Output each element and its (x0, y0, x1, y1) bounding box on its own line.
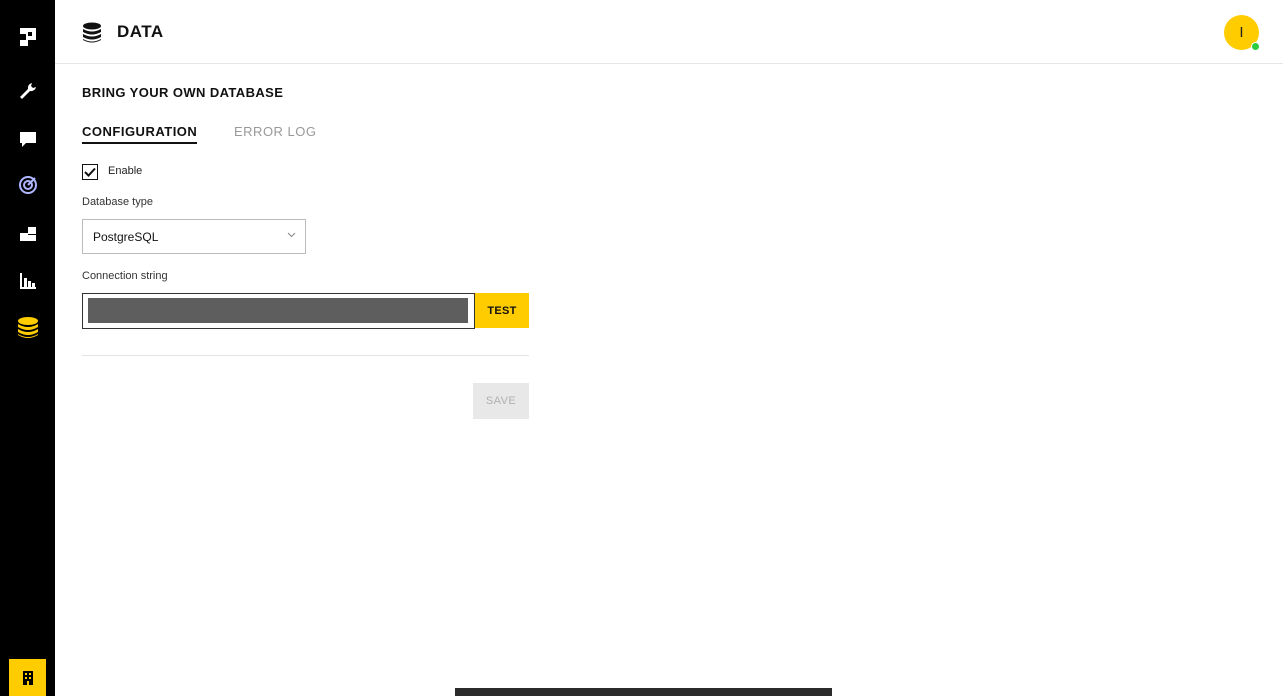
target-icon (18, 176, 37, 194)
sidebar-item-tools[interactable] (0, 71, 55, 111)
wrench-icon (19, 83, 36, 99)
test-button[interactable]: TEST (475, 293, 529, 328)
database-type-label: Database type (82, 196, 153, 208)
save-button[interactable]: SAVE (473, 383, 529, 419)
logo-icon (19, 28, 36, 46)
sidebar-item-data[interactable] (0, 308, 55, 348)
sidebar-item-chat[interactable] (0, 119, 55, 159)
page-title: DATA (117, 22, 164, 41)
chat-icon (19, 132, 36, 147)
integrations-icon (19, 227, 36, 241)
connection-string-input[interactable] (82, 293, 475, 329)
redacted-value (88, 298, 468, 323)
sidebar-item-home[interactable] (0, 17, 55, 57)
connection-string-label: Connection string (82, 270, 168, 282)
sidebar (0, 0, 55, 696)
checkmark-icon (84, 167, 96, 177)
tab-error-log[interactable]: ERROR LOG (234, 124, 317, 144)
sidebar-item-goals[interactable] (0, 165, 55, 205)
enable-checkbox[interactable] (82, 164, 98, 180)
divider (82, 355, 529, 356)
enable-label: Enable (108, 165, 143, 177)
chevron-down-icon (287, 232, 296, 238)
database-icon (83, 22, 101, 43)
building-icon (22, 670, 33, 685)
database-icon (17, 317, 38, 338)
sidebar-item-analytics[interactable] (0, 261, 55, 301)
app: DATA I BRING YOUR OWN DATABASE CONFIGURA… (0, 0, 1283, 696)
database-type-select[interactable]: PostgreSQL (82, 219, 306, 254)
tab-configuration[interactable]: CONFIGURATION (82, 124, 197, 144)
bottom-bar (455, 688, 832, 696)
section-title: BRING YOUR OWN DATABASE (82, 85, 284, 100)
sidebar-item-integrations[interactable] (0, 214, 55, 254)
sidebar-item-organization[interactable] (9, 659, 46, 696)
top-header: DATA I (55, 0, 1283, 64)
database-type-value: PostgreSQL (93, 229, 159, 244)
avatar-initial: I (1239, 24, 1244, 41)
bar-chart-icon (19, 273, 36, 289)
online-status-dot (1251, 42, 1260, 51)
